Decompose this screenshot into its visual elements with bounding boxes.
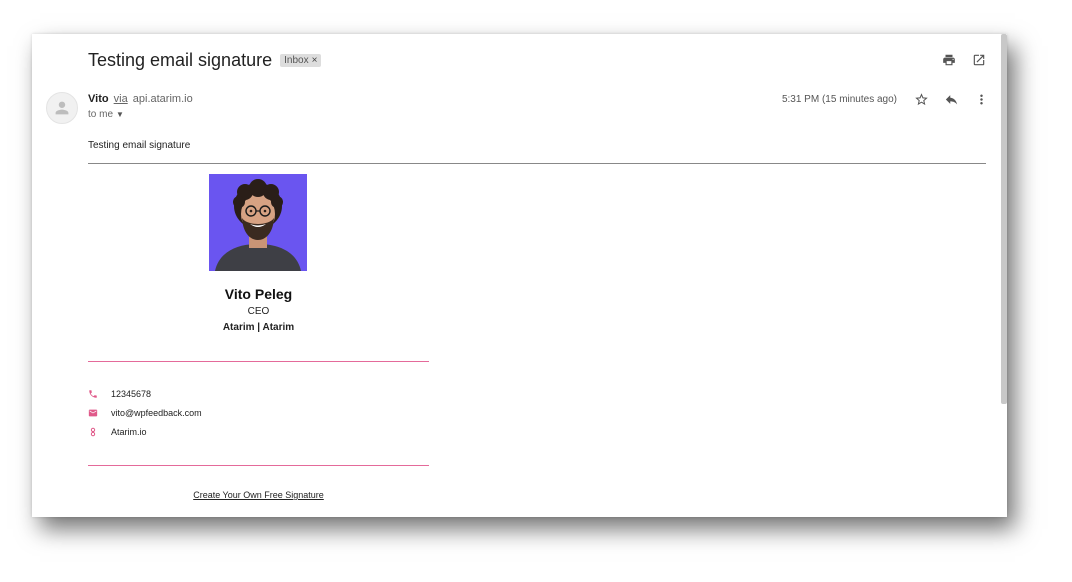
via-domain: api.atarim.io xyxy=(132,93,193,105)
recipient-line: to me ▼ xyxy=(88,109,124,120)
email-subject: Testing email signature xyxy=(88,50,273,70)
profile-portrait xyxy=(209,174,307,271)
signature-email-row: vito@wpfeedback.com xyxy=(88,408,202,418)
signature-website[interactable]: Atarim.io xyxy=(111,427,147,437)
signature-email[interactable]: vito@wpfeedback.com xyxy=(111,408,202,418)
signature-company: Atarim | Atarim xyxy=(222,322,295,333)
chevron-down-icon[interactable]: ▼ xyxy=(116,110,124,119)
signature-separator-bottom xyxy=(88,465,429,466)
mail-icon xyxy=(88,408,98,418)
more-vertical-icon[interactable] xyxy=(973,91,989,107)
person-icon xyxy=(55,101,69,115)
recipient-text: to me xyxy=(88,109,114,120)
remove-label-button[interactable]: × xyxy=(312,55,318,66)
email-window: Testing email signature Inbox × Vito via… xyxy=(32,34,1007,517)
sender-line: Vito via api.atarim.io xyxy=(88,93,193,105)
sender-name[interactable]: Vito xyxy=(88,93,109,105)
message-timestamp: 5:31 PM (15 minutes ago) xyxy=(781,93,897,105)
open-in-new-window-icon[interactable] xyxy=(971,52,987,68)
sender-avatar[interactable] xyxy=(46,92,78,124)
create-signature-link[interactable]: Create Your Own Free Signature xyxy=(88,490,429,500)
link-icon xyxy=(88,427,98,437)
print-icon[interactable] xyxy=(941,52,957,68)
phone-icon xyxy=(88,389,98,399)
signature-title: CEO xyxy=(247,306,270,317)
signature-photo xyxy=(209,174,307,271)
inbox-label-chip[interactable]: Inbox × xyxy=(280,54,322,67)
signature-divider xyxy=(88,163,986,164)
subject-row: Testing email signature Inbox × xyxy=(88,50,322,71)
signature-name: Vito Peleg xyxy=(224,286,293,302)
signature-phone[interactable]: 12345678 xyxy=(111,389,151,399)
via-link[interactable]: via xyxy=(114,93,128,105)
signature-separator-top xyxy=(88,361,429,362)
signature-phone-row: 12345678 xyxy=(88,389,151,399)
reply-icon[interactable] xyxy=(943,91,959,107)
top-actions xyxy=(941,52,987,68)
star-icon[interactable] xyxy=(913,91,929,107)
inbox-label-text: Inbox xyxy=(284,55,309,66)
email-body-text: Testing email signature xyxy=(88,140,191,151)
signature-website-row: Atarim.io xyxy=(88,427,147,437)
message-actions: 5:31 PM (15 minutes ago) xyxy=(782,91,989,107)
scrollbar[interactable] xyxy=(1001,34,1007,404)
